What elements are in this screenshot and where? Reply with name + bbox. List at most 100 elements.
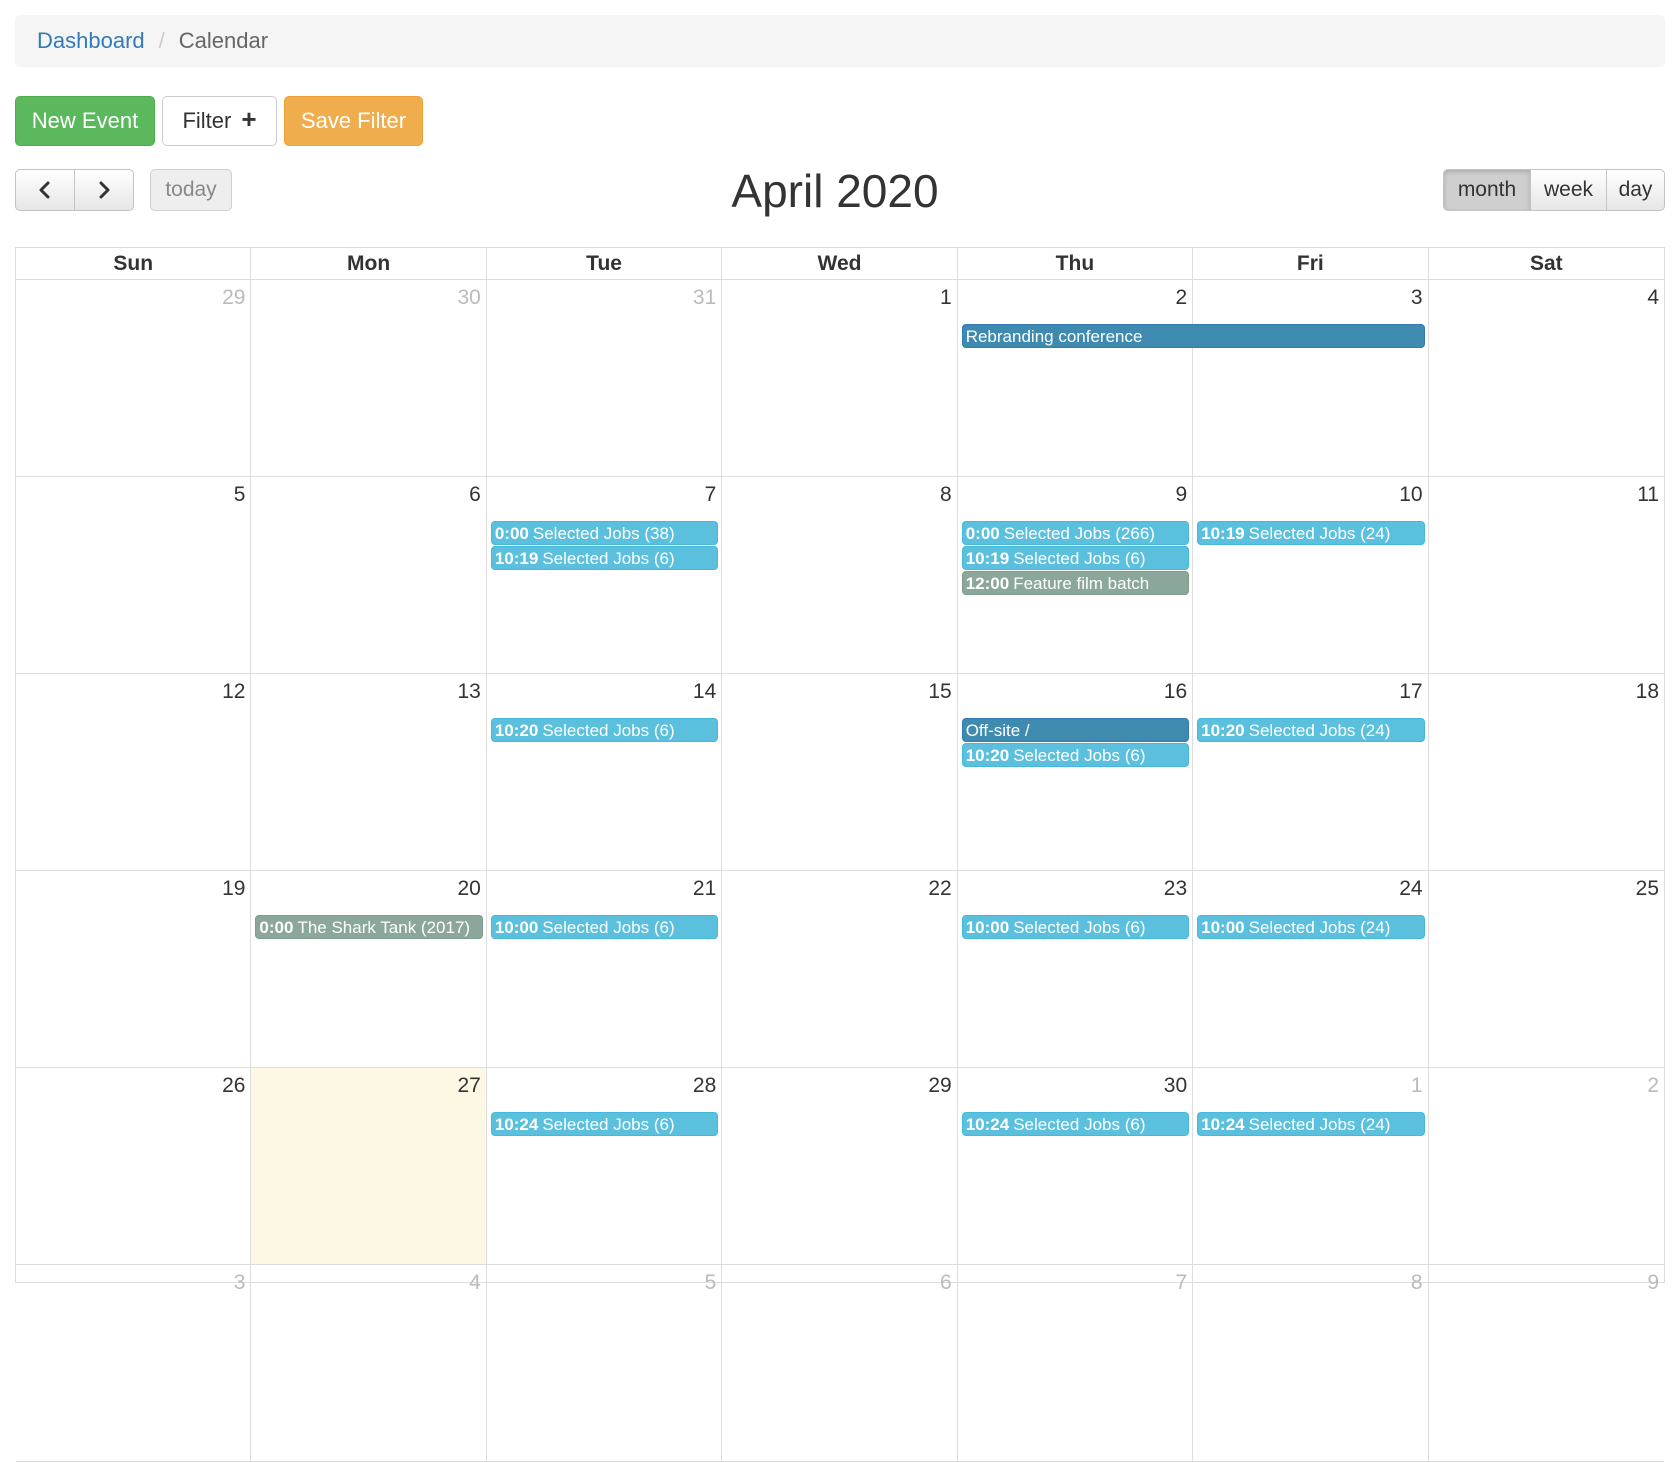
calendar-event[interactable]: 10:24 Selected Jobs (6) (490, 1112, 719, 1136)
day-number[interactable]: 21 (693, 877, 716, 901)
calendar-event[interactable]: 10:00 Selected Jobs (6) (961, 915, 1190, 939)
day-cell[interactable]: 16 (958, 674, 1194, 870)
prev-button[interactable] (15, 169, 75, 211)
day-cell[interactable]: 19 (16, 871, 252, 1067)
day-cell[interactable]: 12 (16, 674, 252, 870)
today-button[interactable]: today (150, 169, 232, 211)
day-number[interactable]: 24 (1399, 877, 1422, 901)
calendar-event[interactable]: 10:19 Selected Jobs (24) (1197, 521, 1425, 545)
day-number[interactable]: 26 (222, 1074, 245, 1098)
day-cell[interactable]: 8 (1193, 1265, 1429, 1461)
day-number[interactable]: 15 (928, 680, 951, 704)
day-cell[interactable]: 29 (16, 280, 252, 476)
day-cell[interactable]: 3 (16, 1265, 252, 1461)
day-number[interactable]: 20 (457, 877, 480, 901)
day-number[interactable]: 27 (457, 1074, 480, 1098)
day-number[interactable]: 22 (928, 877, 951, 901)
day-cell[interactable]: 1 (1193, 1068, 1429, 1264)
day-cell[interactable]: 17 (1193, 674, 1429, 870)
view-month-button[interactable]: month (1443, 169, 1531, 211)
day-number[interactable]: 17 (1399, 680, 1422, 704)
day-number[interactable]: 1 (940, 286, 952, 310)
day-cell[interactable]: 29 (722, 1068, 958, 1264)
day-cell[interactable]: 26 (16, 1068, 252, 1264)
day-cell[interactable]: 2 (1429, 1068, 1664, 1264)
day-number[interactable]: 30 (1164, 1074, 1187, 1098)
day-number[interactable]: 19 (222, 877, 245, 901)
breadcrumb-dashboard-link[interactable]: Dashboard (37, 28, 145, 54)
day-number[interactable]: 4 (1647, 286, 1659, 310)
calendar-event[interactable]: 0:00 Selected Jobs (266) (961, 521, 1190, 545)
day-cell-today[interactable]: 27 (251, 1068, 487, 1264)
day-cell[interactable]: 31 (487, 280, 723, 476)
calendar-event[interactable]: 10:19 Selected Jobs (6) (490, 546, 719, 570)
calendar-event[interactable]: 10:24 Selected Jobs (6) (961, 1112, 1190, 1136)
day-cell[interactable]: 25 (1429, 871, 1664, 1067)
calendar-event[interactable]: Rebranding conference (961, 324, 1425, 348)
calendar-event[interactable]: Off-site / (961, 718, 1190, 742)
day-number[interactable]: 3 (1411, 286, 1423, 310)
new-event-button[interactable]: New Event (15, 96, 155, 146)
day-number[interactable]: 14 (693, 680, 716, 704)
view-week-button[interactable]: week (1530, 169, 1607, 211)
day-cell[interactable]: 11 (1429, 477, 1664, 673)
calendar-event[interactable]: 10:20 Selected Jobs (6) (961, 743, 1190, 767)
calendar-event[interactable]: 0:00 The Shark Tank (2017) (255, 915, 483, 939)
day-cell[interactable]: 28 (487, 1068, 723, 1264)
day-cell[interactable]: 21 (487, 871, 723, 1067)
day-cell[interactable]: 22 (722, 871, 958, 1067)
day-number[interactable]: 2 (1175, 286, 1187, 310)
day-cell[interactable]: 23 (958, 871, 1194, 1067)
day-number[interactable]: 12 (222, 680, 245, 704)
day-cell[interactable]: 10 (1193, 477, 1429, 673)
next-button[interactable] (74, 169, 134, 211)
calendar-event[interactable]: 10:20 Selected Jobs (6) (490, 718, 719, 742)
day-number[interactable]: 25 (1636, 877, 1659, 901)
filter-button[interactable]: Filter + (162, 96, 277, 146)
calendar-event[interactable]: 0:00 Selected Jobs (38) (490, 521, 719, 545)
calendar-event[interactable]: 10:00 Selected Jobs (24) (1197, 915, 1425, 939)
day-cell[interactable]: 4 (1429, 280, 1664, 476)
day-number[interactable]: 5 (234, 483, 246, 507)
day-cell[interactable]: 5 (16, 477, 252, 673)
day-number[interactable]: 30 (457, 286, 480, 310)
day-number[interactable]: 13 (457, 680, 480, 704)
day-cell[interactable]: 7 (958, 1265, 1194, 1461)
day-number[interactable]: 28 (693, 1074, 716, 1098)
day-cell[interactable]: 30 (251, 280, 487, 476)
day-number[interactable]: 23 (1164, 877, 1187, 901)
calendar-event[interactable]: 10:24 Selected Jobs (24) (1197, 1112, 1425, 1136)
day-cell[interactable]: 8 (722, 477, 958, 673)
day-number[interactable]: 9 (1175, 483, 1187, 507)
day-cell[interactable]: 5 (487, 1265, 723, 1461)
day-cell[interactable]: 20 (251, 871, 487, 1067)
day-number[interactable]: 6 (469, 483, 481, 507)
day-cell[interactable]: 6 (251, 477, 487, 673)
day-number[interactable]: 18 (1636, 680, 1659, 704)
day-number[interactable]: 2 (1647, 1074, 1659, 1098)
day-cell[interactable]: 14 (487, 674, 723, 870)
day-cell[interactable]: 15 (722, 674, 958, 870)
day-number[interactable]: 11 (1637, 483, 1659, 507)
day-number[interactable]: 16 (1164, 680, 1187, 704)
day-cell[interactable]: 4 (251, 1265, 487, 1461)
day-cell[interactable]: 13 (251, 674, 487, 870)
day-number[interactable]: 31 (693, 286, 716, 310)
view-day-button[interactable]: day (1606, 169, 1665, 211)
day-cell[interactable]: 7 (487, 477, 723, 673)
day-cell[interactable]: 18 (1429, 674, 1664, 870)
day-cell[interactable]: 30 (958, 1068, 1194, 1264)
day-number[interactable]: 7 (705, 483, 717, 507)
calendar-event[interactable]: 10:19 Selected Jobs (6) (961, 546, 1190, 570)
day-cell[interactable]: 24 (1193, 871, 1429, 1067)
calendar-event[interactable]: 12:00 Feature film batch (961, 571, 1190, 595)
day-number[interactable]: 1 (1411, 1074, 1423, 1098)
day-cell[interactable]: 6 (722, 1265, 958, 1461)
day-cell[interactable]: 3 (1193, 280, 1429, 476)
day-cell[interactable]: 2 (958, 280, 1194, 476)
calendar-event[interactable]: 10:00 Selected Jobs (6) (490, 915, 719, 939)
day-number[interactable]: 29 (222, 286, 245, 310)
day-number[interactable]: 10 (1399, 483, 1422, 507)
calendar-event[interactable]: 10:20 Selected Jobs (24) (1197, 718, 1425, 742)
day-cell[interactable]: 1 (722, 280, 958, 476)
